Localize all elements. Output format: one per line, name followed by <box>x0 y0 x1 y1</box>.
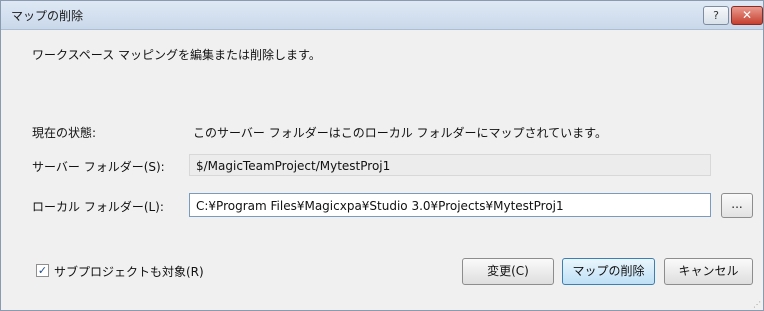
subprojects-checkbox[interactable]: ✓ <box>36 264 49 277</box>
server-folder-label: サーバー フォルダー(S): <box>32 160 165 174</box>
remove-mapping-dialog: マップの削除 ? ✕ ワークスペース マッピングを編集または削除します。 現在の… <box>0 0 764 311</box>
dialog-description: ワークスペース マッピングを編集または削除します。 <box>32 48 321 62</box>
status-value: このサーバー フォルダーはこのローカル フォルダーにマップされています。 <box>193 126 607 140</box>
dialog-title: マップの削除 <box>11 9 84 23</box>
change-button[interactable]: 変更(C) <box>462 258 554 285</box>
cancel-button[interactable]: キャンセル <box>664 258 753 285</box>
status-label: 現在の状態: <box>32 126 97 140</box>
close-button[interactable]: ✕ <box>731 6 763 25</box>
remove-mapping-button[interactable]: マップの削除 <box>562 258 655 285</box>
help-button[interactable]: ? <box>703 6 729 25</box>
local-folder-input[interactable]: C:¥Program Files¥Magicxpa¥Studio 3.0¥Pro… <box>189 193 711 217</box>
server-folder-field: $/MagicTeamProject/MytestProj1 <box>189 154 711 176</box>
subprojects-label[interactable]: サブプロジェクトも対象(R) <box>54 263 204 280</box>
browse-button[interactable]: ... <box>721 193 753 218</box>
local-folder-value: C:¥Program Files¥Magicxpa¥Studio 3.0¥Pro… <box>196 199 564 213</box>
local-folder-label: ローカル フォルダー(L): <box>32 200 164 214</box>
title-bar: マップの削除 ? ✕ <box>1 1 763 30</box>
resize-grip-icon[interactable]: ⋰ <box>753 300 761 309</box>
server-folder-value: $/MagicTeamProject/MytestProj1 <box>196 159 391 173</box>
